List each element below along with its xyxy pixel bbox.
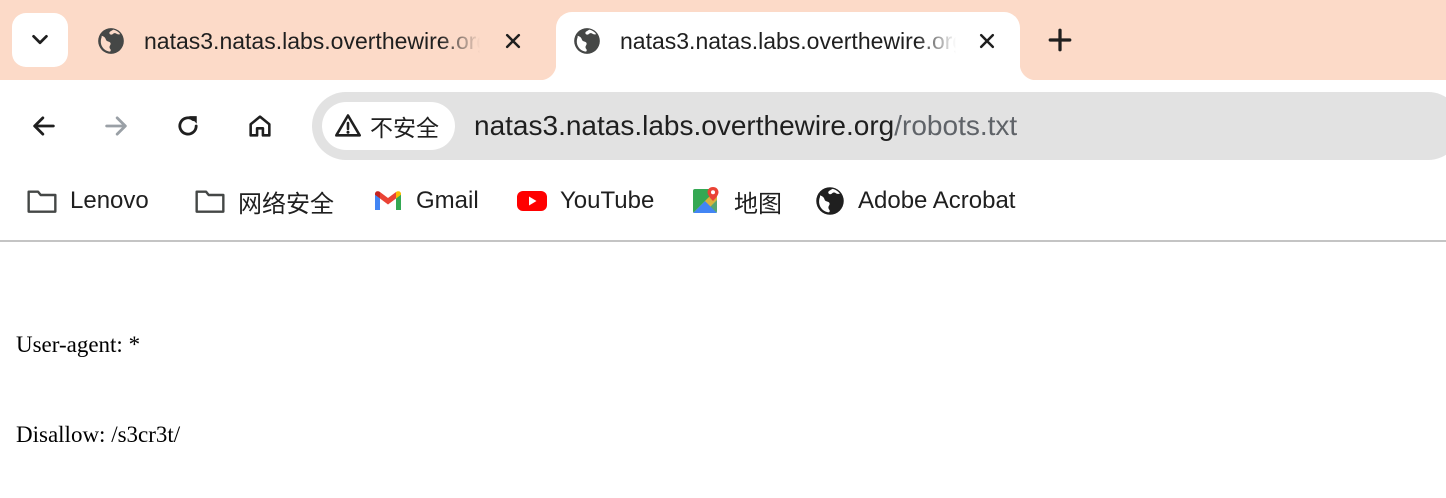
close-icon[interactable] bbox=[972, 26, 1002, 56]
page-content: User-agent: * Disallow: /s3cr3t/ bbox=[16, 270, 180, 480]
robots-line: Disallow: /s3cr3t/ bbox=[16, 422, 181, 447]
bookmark-lenovo[interactable]: Lenovo bbox=[26, 184, 149, 218]
bookmark-label: 网络安全 bbox=[238, 190, 334, 218]
robots-line: User-agent: * bbox=[16, 332, 141, 357]
chevron-down-icon bbox=[32, 34, 48, 45]
forward-button[interactable] bbox=[96, 106, 136, 146]
security-indicator[interactable]: 不安全 bbox=[322, 102, 455, 150]
tab-title: natas3.natas.labs.overthewire.org bbox=[144, 28, 480, 54]
address-bar[interactable]: 不安全 natas3.natas.labs.overthewire.org/ro… bbox=[312, 92, 1446, 160]
arrow-right-icon bbox=[105, 116, 127, 136]
bookmark-maps[interactable]: 地图 bbox=[690, 184, 782, 218]
tab-search-button[interactable] bbox=[12, 13, 68, 67]
reload-icon bbox=[178, 116, 198, 136]
bookmark-adobe-acrobat[interactable]: Adobe Acrobat bbox=[814, 184, 1015, 218]
toolbar: 不安全 natas3.natas.labs.overthewire.org/ro… bbox=[0, 80, 1446, 172]
new-tab-button[interactable] bbox=[1040, 20, 1080, 60]
bookmark-network-security[interactable]: 网络安全 bbox=[194, 184, 334, 218]
bookmark-youtube[interactable]: YouTube bbox=[516, 184, 654, 218]
tab-inactive[interactable]: natas3.natas.labs.overthewire.org bbox=[80, 12, 550, 80]
url-text[interactable]: natas3.natas.labs.overthewire.org/robots… bbox=[474, 109, 1017, 143]
security-label: 不安全 bbox=[370, 115, 439, 141]
home-icon bbox=[249, 115, 271, 137]
tab-strip: natas3.natas.labs.overthewire.org natas3… bbox=[0, 0, 1446, 80]
youtube-icon bbox=[516, 185, 548, 217]
plus-icon bbox=[1048, 28, 1072, 52]
bookmark-label: YouTube bbox=[560, 187, 655, 214]
warning-icon bbox=[335, 114, 361, 137]
tab-title: natas3.natas.labs.overthewire.org bbox=[620, 28, 956, 54]
bookmark-gmail[interactable]: Gmail bbox=[372, 184, 479, 218]
toolbar-divider bbox=[0, 240, 1446, 242]
bookmarks-bar: Lenovo 网络安全 Gmail YouTube 地图 Adobe Acrob… bbox=[0, 172, 1446, 240]
arrow-left-icon bbox=[33, 116, 55, 136]
bookmark-label: Gmail bbox=[416, 187, 479, 214]
globe-icon bbox=[814, 185, 846, 217]
bookmark-label: Adobe Acrobat bbox=[858, 187, 1016, 214]
url-path: /robots.txt bbox=[894, 110, 1018, 141]
globe-icon bbox=[572, 26, 602, 56]
gmail-icon bbox=[372, 185, 404, 217]
bookmark-label: Lenovo bbox=[70, 187, 149, 214]
close-icon[interactable] bbox=[498, 26, 528, 56]
reload-button[interactable] bbox=[168, 106, 208, 146]
url-host: natas3.natas.labs.overthewire.org bbox=[474, 110, 895, 141]
bookmark-label: 地图 bbox=[734, 190, 782, 218]
maps-icon bbox=[690, 185, 722, 217]
folder-icon bbox=[194, 185, 226, 217]
tab-active[interactable]: natas3.natas.labs.overthewire.org bbox=[540, 12, 1036, 80]
globe-icon bbox=[96, 26, 126, 56]
home-button[interactable] bbox=[240, 106, 280, 146]
back-button[interactable] bbox=[24, 106, 64, 146]
folder-icon bbox=[26, 185, 58, 217]
